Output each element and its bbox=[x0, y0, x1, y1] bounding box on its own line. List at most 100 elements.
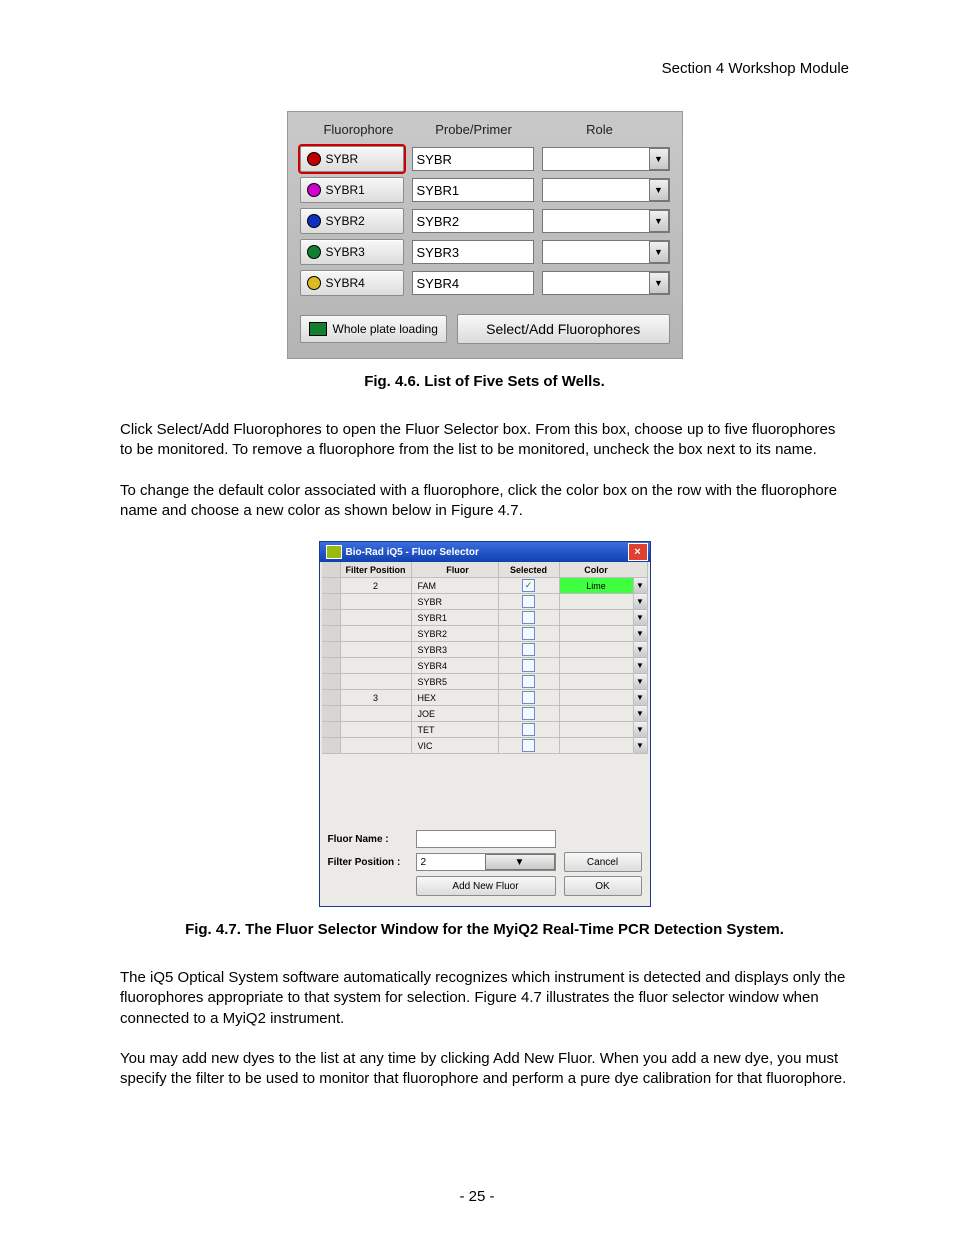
chevron-down-icon[interactable]: ▼ bbox=[633, 610, 647, 625]
probe-primer-input[interactable]: SYBR1 bbox=[412, 178, 534, 202]
chevron-down-icon[interactable]: ▼ bbox=[633, 722, 647, 737]
cell-color[interactable]: Lime▼ bbox=[560, 578, 648, 594]
row-selector[interactable] bbox=[322, 658, 341, 674]
cell-filter-position bbox=[341, 722, 412, 738]
role-select[interactable]: ▼ bbox=[542, 240, 670, 264]
whole-plate-loading-button[interactable]: Whole plate loading bbox=[300, 315, 447, 343]
fluorophore-swatch-button[interactable]: SYBR3 bbox=[300, 239, 404, 265]
row-selector[interactable] bbox=[322, 674, 341, 690]
fluor-grid-row: SYBR▼ bbox=[322, 594, 648, 610]
row-selector[interactable] bbox=[322, 738, 341, 754]
fluor-name-input[interactable] bbox=[416, 830, 556, 848]
fluorophore-name: SYBR bbox=[326, 152, 359, 166]
chevron-down-icon[interactable]: ▼ bbox=[633, 658, 647, 673]
cell-color[interactable]: ▼ bbox=[560, 674, 648, 690]
probe-primer-input[interactable]: SYBR2 bbox=[412, 209, 534, 233]
role-select[interactable]: ▼ bbox=[542, 209, 670, 233]
cell-selected[interactable]: ✓ bbox=[499, 578, 560, 594]
checkbox-icon[interactable] bbox=[522, 707, 535, 720]
cell-color[interactable]: ▼ bbox=[560, 626, 648, 642]
chevron-down-icon[interactable]: ▼ bbox=[633, 738, 647, 753]
section-header: Section 4 Workshop Module bbox=[120, 60, 849, 77]
chevron-down-icon[interactable]: ▼ bbox=[649, 148, 669, 170]
fluorophore-row: SYBR2 SYBR2 ▼ bbox=[300, 208, 670, 234]
dialog-titlebar[interactable]: Bio-Rad iQ5 - Fluor Selector × bbox=[320, 542, 650, 562]
row-selector[interactable] bbox=[322, 642, 341, 658]
fig46-caption: Fig. 4.6. List of Five Sets of Wells. bbox=[120, 373, 849, 390]
checkbox-icon[interactable] bbox=[522, 659, 535, 672]
col-fluor: Fluor bbox=[412, 562, 499, 578]
fluor-grid: Filter Position Fluor Selected Color 2FA… bbox=[320, 562, 650, 754]
role-select[interactable]: ▼ bbox=[542, 178, 670, 202]
chevron-down-icon[interactable]: ▼ bbox=[485, 854, 555, 870]
cell-selected[interactable] bbox=[499, 610, 560, 626]
chevron-down-icon[interactable]: ▼ bbox=[649, 179, 669, 201]
probe-primer-input[interactable]: SYBR bbox=[412, 147, 534, 171]
chevron-down-icon[interactable]: ▼ bbox=[649, 241, 669, 263]
fluorophore-swatch-button[interactable]: SYBR1 bbox=[300, 177, 404, 203]
cell-color[interactable]: ▼ bbox=[560, 738, 648, 754]
cell-color[interactable]: ▼ bbox=[560, 690, 648, 706]
chevron-down-icon[interactable]: ▼ bbox=[633, 706, 647, 721]
col-selected: Selected bbox=[499, 562, 560, 578]
checkbox-icon[interactable] bbox=[522, 691, 535, 704]
row-selector[interactable] bbox=[322, 690, 341, 706]
cell-selected[interactable] bbox=[499, 594, 560, 610]
cancel-button[interactable]: Cancel bbox=[564, 852, 642, 872]
cell-selected[interactable] bbox=[499, 626, 560, 642]
cell-color[interactable]: ▼ bbox=[560, 594, 648, 610]
cell-selected[interactable] bbox=[499, 674, 560, 690]
chevron-down-icon[interactable]: ▼ bbox=[649, 210, 669, 232]
ok-button[interactable]: OK bbox=[564, 876, 642, 896]
cell-color[interactable]: ▼ bbox=[560, 610, 648, 626]
add-new-fluor-button[interactable]: Add New Fluor bbox=[416, 876, 556, 896]
probe-primer-input[interactable]: SYBR4 bbox=[412, 271, 534, 295]
cell-selected[interactable] bbox=[499, 642, 560, 658]
color-dot-icon bbox=[307, 245, 321, 259]
cell-selected[interactable] bbox=[499, 722, 560, 738]
row-selector[interactable] bbox=[322, 626, 341, 642]
checkbox-icon[interactable] bbox=[522, 739, 535, 752]
select-add-fluorophores-button[interactable]: Select/Add Fluorophores bbox=[457, 314, 670, 344]
fluorophore-swatch-button[interactable]: SYBR bbox=[300, 146, 404, 172]
row-selector[interactable] bbox=[322, 578, 341, 594]
fluorophore-swatch-button[interactable]: SYBR4 bbox=[300, 270, 404, 296]
checkbox-icon[interactable] bbox=[522, 595, 535, 608]
row-selector[interactable] bbox=[322, 706, 341, 722]
row-selector[interactable] bbox=[322, 722, 341, 738]
cell-selected[interactable] bbox=[499, 690, 560, 706]
cell-selected[interactable] bbox=[499, 706, 560, 722]
chevron-down-icon[interactable]: ▼ bbox=[633, 674, 647, 689]
cell-fluor: VIC bbox=[412, 738, 499, 754]
chevron-down-icon[interactable]: ▼ bbox=[633, 578, 647, 593]
cell-color[interactable]: ▼ bbox=[560, 658, 648, 674]
cell-selected[interactable] bbox=[499, 658, 560, 674]
col-role: Role bbox=[534, 122, 666, 137]
chevron-down-icon[interactable]: ▼ bbox=[633, 626, 647, 641]
role-select[interactable]: ▼ bbox=[542, 147, 670, 171]
chevron-down-icon[interactable]: ▼ bbox=[633, 594, 647, 609]
color-dot-icon bbox=[307, 152, 321, 166]
checkbox-icon[interactable] bbox=[522, 611, 535, 624]
row-selector[interactable] bbox=[322, 610, 341, 626]
filter-position-select[interactable]: 2 ▼ bbox=[416, 853, 556, 871]
cell-color[interactable]: ▼ bbox=[560, 706, 648, 722]
fluor-grid-row: 3HEX▼ bbox=[322, 690, 648, 706]
probe-primer-input[interactable]: SYBR3 bbox=[412, 240, 534, 264]
cell-selected[interactable] bbox=[499, 738, 560, 754]
checkbox-icon[interactable] bbox=[522, 643, 535, 656]
checkbox-icon[interactable] bbox=[522, 723, 535, 736]
role-select[interactable]: ▼ bbox=[542, 271, 670, 295]
cell-color[interactable]: ▼ bbox=[560, 722, 648, 738]
fluorophore-swatch-button[interactable]: SYBR2 bbox=[300, 208, 404, 234]
checkbox-icon[interactable]: ✓ bbox=[522, 579, 535, 592]
close-icon[interactable]: × bbox=[628, 543, 648, 561]
chevron-down-icon[interactable]: ▼ bbox=[633, 690, 647, 705]
cell-fluor: SYBR3 bbox=[412, 642, 499, 658]
cell-color[interactable]: ▼ bbox=[560, 642, 648, 658]
checkbox-icon[interactable] bbox=[522, 675, 535, 688]
chevron-down-icon[interactable]: ▼ bbox=[649, 272, 669, 294]
row-selector[interactable] bbox=[322, 594, 341, 610]
chevron-down-icon[interactable]: ▼ bbox=[633, 642, 647, 657]
checkbox-icon[interactable] bbox=[522, 627, 535, 640]
